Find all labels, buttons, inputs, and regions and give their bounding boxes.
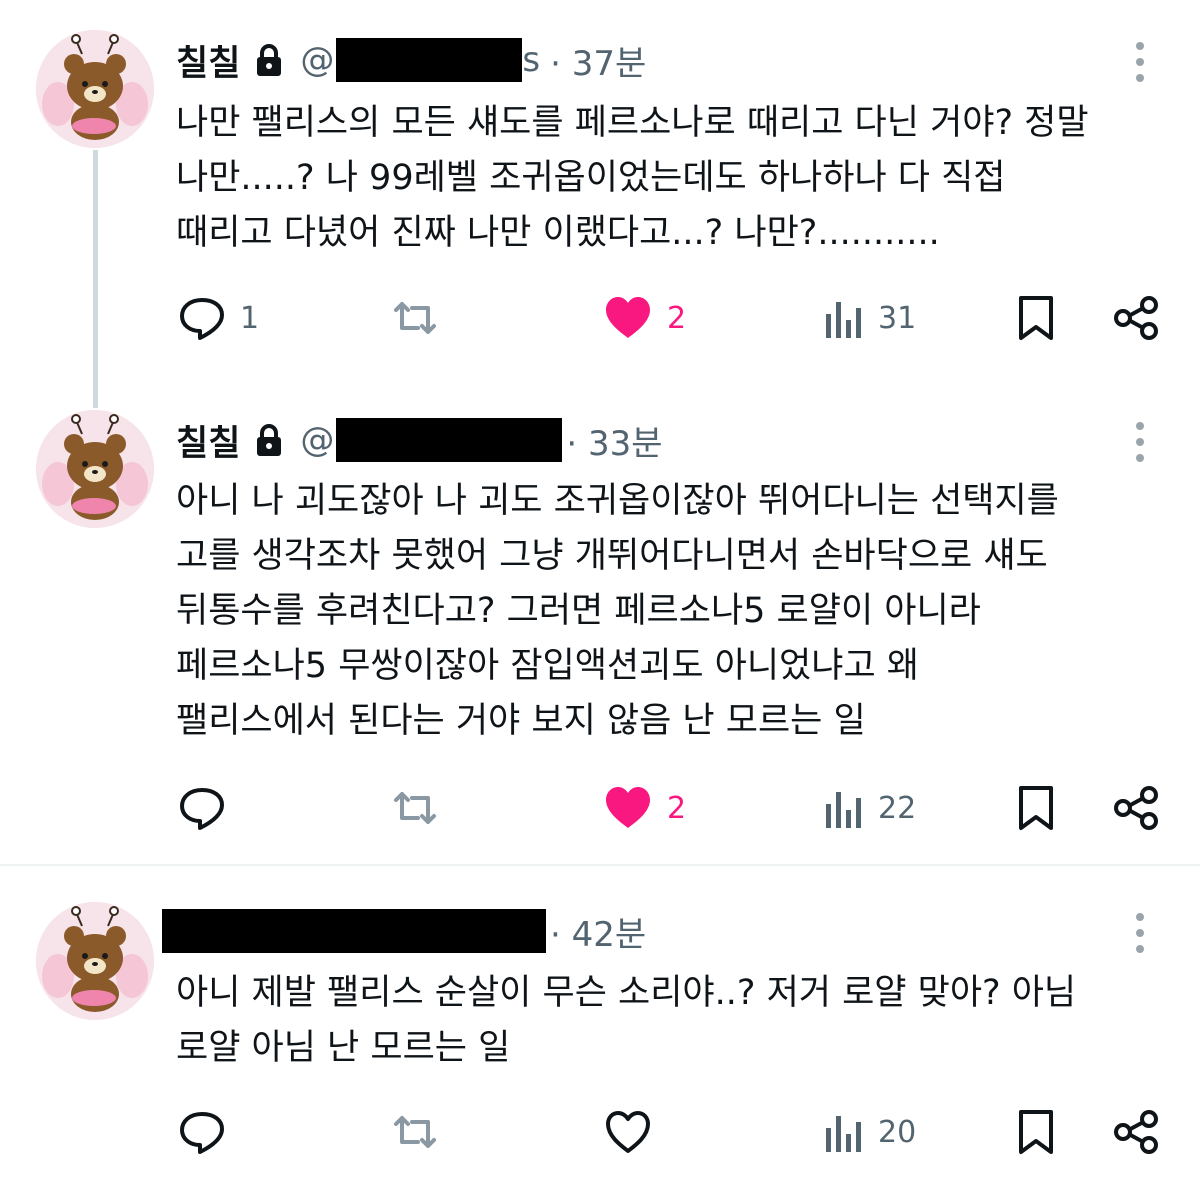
handle-tail[interactable]: s	[522, 40, 540, 80]
reply-icon	[180, 298, 224, 340]
reply-icon	[180, 1112, 224, 1154]
redacted-handle	[336, 418, 563, 462]
share-button[interactable]	[1112, 288, 1160, 348]
repost-button[interactable]	[390, 1102, 454, 1162]
reply-feed: 칠칠 @ s · 37분 나만 팰리스의 모든 섀도를 페르소나로 때리고 다닌…	[0, 0, 1200, 1190]
tweet-text: 아니 나 괴도잖아 나 괴도 조귀옵이잖아 뛰어다니는 선택지를 고를 생각조차…	[176, 474, 1160, 749]
tweet-text: 나만 팰리스의 모든 섀도를 페르소나로 때리고 다닌 거야? 정말 나만...…	[176, 96, 1160, 261]
tweet-header: 칠칠 @ · 33분	[176, 415, 663, 465]
heart-filled-icon	[606, 297, 650, 338]
like-button[interactable]: 2	[603, 288, 686, 348]
bear-avatar-image	[36, 902, 154, 1020]
tweet[interactable]: 칠칠 @ s · 37분 나만 팰리스의 모든 섀도를 페르소나로 때리고 다닌…	[0, 0, 1200, 408]
text-line: 아니 나 괴도잖아 나 괴도 조귀옵이잖아 뛰어다니는 선택지를	[176, 481, 1059, 521]
repost-button[interactable]	[390, 288, 454, 348]
tweet-text: 아니 제발 팰리스 순살이 무슨 소리야..? 저거 로얄 맞아? 아님 로얄 …	[176, 966, 1160, 1076]
bear-avatar-image	[36, 410, 154, 528]
reply-button[interactable]: 1	[178, 288, 259, 348]
text-line: 나만 팰리스의 모든 섀도를 페르소나로 때리고 다닌 거야? 정말	[176, 103, 1089, 143]
tweet[interactable]: · 42분 아니 제발 팰리스 순살이 무슨 소리야..? 저거 로얄 맞아? …	[0, 866, 1200, 1190]
handle-prefix[interactable]: @	[300, 420, 334, 460]
timestamp[interactable]: · 42분	[550, 907, 646, 956]
share-button[interactable]	[1112, 778, 1160, 838]
reply-count: 1	[240, 300, 260, 336]
reply-button[interactable]	[178, 778, 240, 838]
like-button[interactable]	[603, 1102, 667, 1162]
heart-outline-icon	[606, 1111, 650, 1153]
repost-button[interactable]	[390, 778, 454, 838]
thread-connector-line	[93, 150, 98, 408]
view-count: 20	[878, 1114, 917, 1150]
avatar[interactable]	[36, 902, 154, 1020]
repost-icon	[394, 1116, 436, 1148]
action-bar: 1 2 31	[0, 288, 1200, 348]
timestamp[interactable]: · 37분	[550, 36, 646, 85]
avatar[interactable]	[36, 410, 154, 528]
bookmark-icon	[1019, 296, 1053, 340]
redacted-handle	[336, 38, 523, 82]
views-button[interactable]: 20	[822, 1102, 916, 1162]
share-button[interactable]	[1112, 1102, 1160, 1162]
more-options-icon[interactable]	[1128, 422, 1152, 462]
bookmark-button[interactable]	[1015, 288, 1057, 348]
bookmark-button[interactable]	[1015, 1102, 1057, 1162]
text-line: 페르소나5 무쌍이잖아 잠입액션괴도 아니었냐고 왜	[176, 646, 919, 686]
repost-icon	[394, 302, 436, 334]
redacted-name-and-handle	[162, 909, 546, 953]
bookmark-icon	[1019, 786, 1053, 830]
share-icon	[1114, 786, 1158, 830]
text-line: 고를 생각조차 못했어 그냥 개뛰어다니면서 손바닥으로 섀도	[176, 536, 1048, 576]
view-count: 22	[878, 790, 917, 826]
action-bar: 20	[0, 1102, 1200, 1162]
share-icon	[1114, 296, 1158, 340]
display-name[interactable]: 칠칠	[176, 35, 240, 86]
tweet-header: 칠칠 @ s · 37분	[176, 35, 646, 85]
more-options-icon[interactable]	[1128, 913, 1152, 953]
share-icon	[1114, 1110, 1158, 1154]
bear-avatar-image	[36, 30, 154, 148]
reply-icon	[180, 788, 224, 830]
text-line: 때리고 다녔어 진짜 나만 이랬다고...? 나만?...........	[176, 213, 940, 253]
text-line: 팰리스에서 된다는 거야 보지 않음 난 모르는 일	[176, 701, 866, 741]
like-count: 2	[667, 790, 687, 826]
bookmark-icon	[1019, 1110, 1053, 1154]
text-line: 나만.....? 나 99레벨 조귀옵이었는데도 하나하나 다 직접	[176, 158, 1006, 198]
repost-icon	[394, 792, 436, 824]
text-line: 로얄 아님 난 모르는 일	[176, 1028, 511, 1068]
tweet[interactable]: 칠칠 @ · 33분 아니 나 괴도잖아 나 괴도 조귀옵이잖아 뛰어다니는 선…	[0, 400, 1200, 864]
handle-prefix[interactable]: @	[300, 40, 334, 80]
like-count: 2	[667, 300, 687, 336]
display-name[interactable]: 칠칠	[176, 415, 240, 466]
text-line: 뒤통수를 후려친다고? 그러면 페르소나5 로얄이 아니라	[176, 591, 981, 631]
bookmark-button[interactable]	[1015, 778, 1057, 838]
heart-filled-icon	[606, 787, 650, 828]
views-chart-icon	[826, 302, 861, 338]
views-chart-icon	[826, 1116, 861, 1152]
reply-button[interactable]	[178, 1102, 240, 1162]
text-line: 아니 제발 팰리스 순살이 무슨 소리야..? 저거 로얄 맞아? 아님	[176, 973, 1077, 1013]
action-bar: 2 22	[0, 778, 1200, 838]
timestamp[interactable]: · 33분	[566, 416, 662, 465]
views-button[interactable]: 31	[822, 288, 916, 348]
tweet-header: · 42분	[162, 906, 646, 956]
like-button[interactable]: 2	[603, 778, 686, 838]
views-button[interactable]: 22	[822, 778, 916, 838]
avatar[interactable]	[36, 30, 154, 148]
more-options-icon[interactable]	[1128, 42, 1152, 82]
view-count: 31	[878, 300, 917, 336]
views-chart-icon	[826, 792, 861, 828]
lock-icon	[254, 43, 284, 77]
lock-icon	[254, 423, 284, 457]
